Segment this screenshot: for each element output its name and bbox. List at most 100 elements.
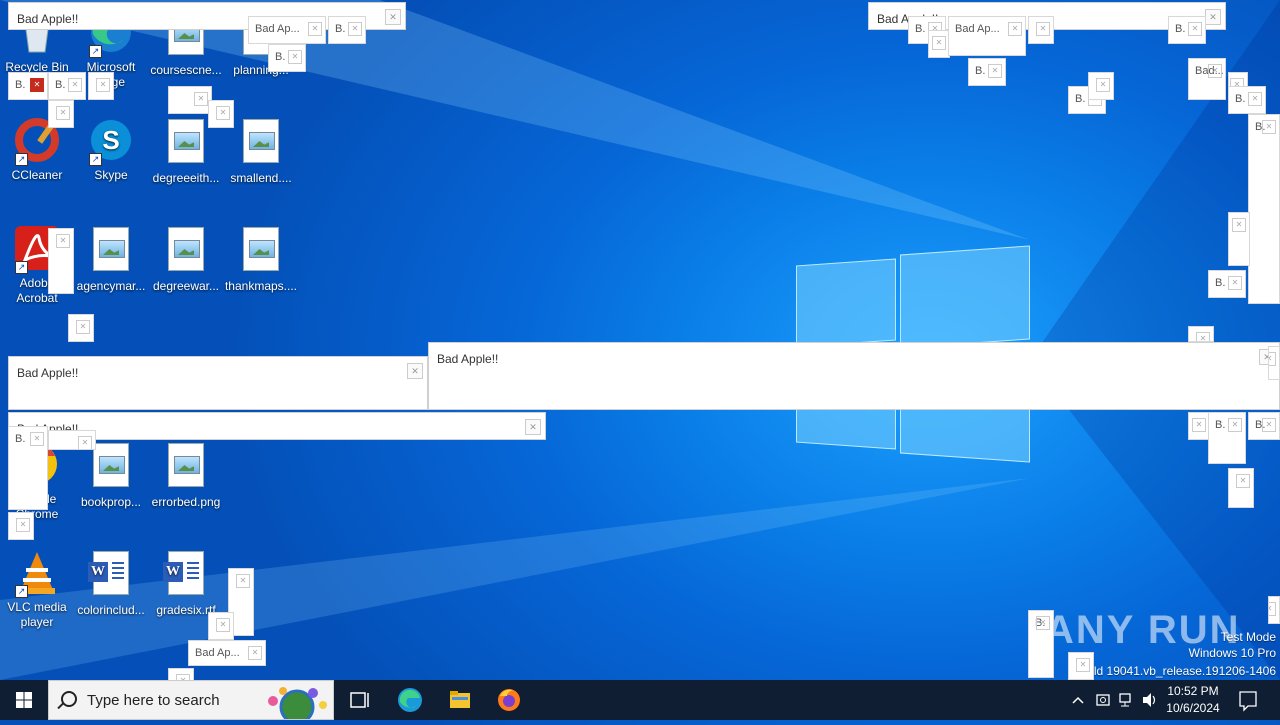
bad-apple-popup-window[interactable]: ✕ bbox=[1028, 16, 1054, 44]
close-icon[interactable]: ✕ bbox=[1192, 418, 1206, 432]
close-icon[interactable]: ✕ bbox=[248, 646, 262, 660]
bad-apple-popup-window[interactable]: ✕ bbox=[1228, 212, 1250, 266]
bad-apple-popup-window[interactable]: B.✕ bbox=[328, 16, 366, 44]
close-icon[interactable]: ✕ bbox=[308, 22, 322, 36]
close-icon[interactable]: ✕ bbox=[1269, 352, 1276, 366]
edge-taskbar-button[interactable] bbox=[390, 680, 430, 720]
close-icon[interactable]: ✕ bbox=[216, 618, 230, 632]
bad-apple-popup-window[interactable]: B.✕ bbox=[8, 426, 48, 510]
bad-apple-popup-window[interactable]: B.✕ bbox=[48, 72, 86, 100]
close-icon[interactable]: ✕ bbox=[1228, 418, 1242, 432]
bad-apple-popup-window[interactable]: ✕ bbox=[1088, 72, 1114, 100]
desktop-icon-doc[interactable]: errorbed.png bbox=[149, 440, 223, 510]
bad-apple-popup-window[interactable]: Bad Ap... ✕ bbox=[248, 16, 326, 44]
bad-apple-popup-window[interactable]: B.✕ bbox=[1248, 114, 1280, 304]
desktop-icon-word[interactable]: Wgradesix.rtf bbox=[149, 548, 223, 618]
close-icon[interactable]: ✕ bbox=[1228, 276, 1242, 290]
desktop-icon-skype[interactable]: S ↗ Skype bbox=[74, 116, 148, 183]
close-icon[interactable]: ✕ bbox=[68, 78, 82, 92]
bad-apple-popup-window[interactable]: ✕ bbox=[1268, 346, 1280, 380]
close-icon[interactable]: ✕ bbox=[1236, 474, 1250, 488]
close-icon[interactable]: ✕ bbox=[1096, 78, 1110, 92]
bad-apple-popup-window[interactable]: Bad Apple!! ✕ bbox=[8, 356, 428, 410]
bad-apple-popup-window[interactable]: B.✕ bbox=[1168, 16, 1206, 44]
bad-apple-popup-window[interactable]: ✕ bbox=[48, 228, 74, 294]
close-icon[interactable]: ✕ bbox=[1232, 218, 1246, 232]
close-icon[interactable]: ✕ bbox=[236, 574, 250, 588]
bad-apple-popup-window[interactable]: ✕ bbox=[1268, 596, 1280, 624]
close-icon[interactable]: ✕ bbox=[96, 78, 110, 92]
network-tray-button[interactable] bbox=[1117, 680, 1137, 720]
desktop-icon-doc[interactable]: bookprop... bbox=[74, 440, 148, 510]
close-icon[interactable]: ✕ bbox=[1262, 120, 1276, 134]
close-icon[interactable]: ✕ bbox=[194, 92, 208, 106]
file-explorer-button[interactable] bbox=[440, 680, 480, 720]
close-icon[interactable]: ✕ bbox=[30, 78, 44, 92]
bad-apple-popup-window[interactable]: B.✕ bbox=[968, 58, 1006, 86]
close-icon[interactable]: ✕ bbox=[348, 22, 362, 36]
close-icon[interactable]: ✕ bbox=[288, 50, 302, 64]
close-icon[interactable]: ✕ bbox=[1248, 92, 1262, 106]
bad-apple-popup-window[interactable]: ✕ bbox=[68, 314, 94, 342]
bad-apple-popup-window[interactable]: B.✕ bbox=[1208, 270, 1246, 298]
close-icon[interactable]: ✕ bbox=[988, 64, 1002, 78]
close-icon[interactable]: ✕ bbox=[1262, 418, 1276, 432]
close-icon[interactable]: ✕ bbox=[932, 36, 946, 50]
firefox-taskbar-button[interactable] bbox=[489, 680, 529, 720]
close-icon[interactable]: ✕ bbox=[385, 9, 401, 25]
bad-apple-popup-window[interactable]: ✕ bbox=[48, 100, 74, 128]
close-icon[interactable]: ✕ bbox=[16, 518, 30, 532]
close-icon[interactable]: ✕ bbox=[30, 432, 44, 446]
show-hidden-icons[interactable] bbox=[1068, 680, 1088, 720]
close-icon[interactable]: ✕ bbox=[1208, 64, 1222, 78]
close-icon[interactable]: ✕ bbox=[78, 436, 92, 449]
desktop-icon-doc[interactable]: smallend.... bbox=[224, 116, 298, 186]
bad-apple-popup-window[interactable]: ✕ bbox=[208, 612, 234, 640]
desktop-icon-doc[interactable]: agencymar... bbox=[74, 224, 148, 294]
close-icon[interactable]: ✕ bbox=[1036, 22, 1050, 36]
tray-app-icon[interactable] bbox=[1094, 680, 1112, 720]
desktop-icon-doc[interactable]: thankmaps.... bbox=[224, 224, 298, 294]
bad-apple-popup-window[interactable]: Bad... ✕ bbox=[1188, 58, 1226, 100]
bad-apple-popup-window[interactable]: Bad Ap... ✕ bbox=[188, 640, 266, 666]
bad-apple-popup-window[interactable]: ✕ bbox=[88, 72, 114, 100]
close-icon[interactable]: ✕ bbox=[407, 363, 423, 379]
close-icon[interactable]: ✕ bbox=[56, 106, 70, 120]
taskbar-clock[interactable]: 10:52 PM 10/6/2024 bbox=[1158, 683, 1228, 717]
close-icon[interactable]: ✕ bbox=[1269, 602, 1276, 616]
bad-apple-popup-window[interactable]: ✕ bbox=[168, 668, 194, 680]
close-icon[interactable]: ✕ bbox=[1076, 658, 1090, 672]
bad-apple-popup-window[interactable]: ✕ bbox=[8, 512, 34, 540]
start-button[interactable] bbox=[0, 680, 48, 720]
close-icon[interactable]: ✕ bbox=[56, 234, 70, 248]
action-center-button[interactable] bbox=[1236, 680, 1260, 720]
desktop-icon-doc[interactable]: degreewar... bbox=[149, 224, 223, 294]
bad-apple-popup-window[interactable]: ✕ bbox=[1068, 652, 1094, 680]
close-icon[interactable]: ✕ bbox=[1196, 332, 1210, 341]
close-icon[interactable]: ✕ bbox=[525, 419, 541, 435]
bad-apple-popup-window[interactable]: ✕ bbox=[1228, 468, 1254, 508]
bad-apple-popup-window[interactable]: B.✕ bbox=[1248, 412, 1280, 440]
bad-apple-popup-window[interactable]: ✕ bbox=[928, 30, 950, 58]
bad-apple-popup-window[interactable]: ✕ bbox=[208, 100, 234, 128]
bad-apple-popup-window[interactable]: ✕ bbox=[1188, 326, 1214, 342]
desktop-icon-word[interactable]: Wcolorinclud... bbox=[74, 548, 148, 618]
bad-apple-popup-window[interactable]: B.✕ bbox=[8, 72, 48, 100]
bad-apple-popup-window[interactable]: Bad Ap... ✕ bbox=[948, 16, 1026, 56]
bad-apple-popup-window[interactable]: B.✕ bbox=[268, 44, 306, 72]
bad-apple-popup-window[interactable]: ✕ bbox=[48, 430, 96, 450]
bad-apple-popup-window[interactable]: ✕ bbox=[1188, 412, 1210, 440]
bad-apple-popup-window[interactable]: B.✕ bbox=[1028, 610, 1054, 678]
close-icon[interactable]: ✕ bbox=[1205, 9, 1221, 25]
bad-apple-popup-window[interactable]: ✕ bbox=[168, 86, 212, 114]
bad-apple-popup-window[interactable]: Bad Apple!! ✕ bbox=[428, 342, 1280, 410]
bad-apple-popup-window[interactable]: B.✕ bbox=[1228, 86, 1266, 114]
task-view-button[interactable] bbox=[340, 680, 380, 720]
close-icon[interactable]: ✕ bbox=[1188, 22, 1202, 36]
desktop-icon-vlc[interactable]: ↗ VLC media player bbox=[0, 548, 74, 630]
close-icon[interactable]: ✕ bbox=[1036, 616, 1050, 630]
close-icon[interactable]: ✕ bbox=[76, 320, 90, 334]
search-box[interactable]: Type here to search bbox=[48, 680, 334, 720]
volume-tray-button[interactable] bbox=[1140, 680, 1160, 720]
close-icon[interactable]: ✕ bbox=[1008, 22, 1022, 36]
